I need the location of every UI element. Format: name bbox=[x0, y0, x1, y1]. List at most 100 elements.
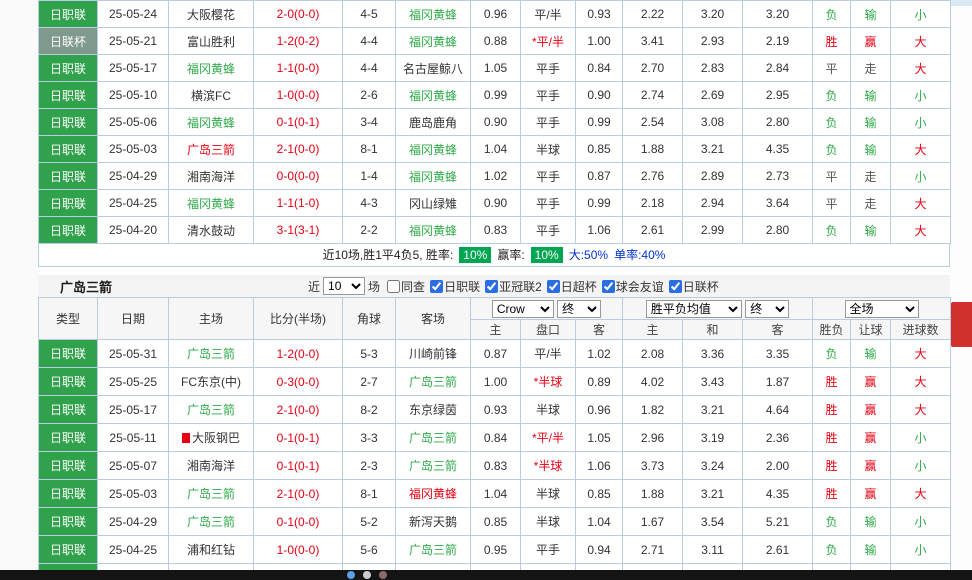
league-type-badge[interactable]: 日职联 bbox=[39, 396, 98, 424]
league-type-badge[interactable]: 日职联 bbox=[39, 136, 98, 163]
goals-result: 大 bbox=[891, 217, 951, 244]
away-team[interactable]: 福冈黄蜂 bbox=[396, 217, 471, 244]
home-team[interactable]: 湘南海洋 bbox=[169, 163, 254, 190]
away-team[interactable]: 东京绿茵 bbox=[396, 396, 471, 424]
home-team[interactable]: 福冈黄蜂 bbox=[169, 55, 254, 82]
away-team[interactable]: 福冈黄蜂 bbox=[396, 1, 471, 28]
home-team[interactable]: 福冈黄蜂 bbox=[169, 109, 254, 136]
home-team[interactable]: 广岛三箭 bbox=[169, 480, 254, 508]
filter-checkbox[interactable] bbox=[430, 280, 443, 293]
home-team[interactable]: 广岛三箭 bbox=[169, 396, 254, 424]
away-team[interactable]: 广岛三箭 bbox=[396, 536, 471, 564]
score[interactable]: 3-1(3-1) bbox=[254, 217, 343, 244]
euro-draw-odds: 3.24 bbox=[683, 452, 743, 480]
euro-avg-select[interactable]: 胜平负均值 bbox=[646, 300, 742, 318]
floating-widget[interactable] bbox=[951, 302, 972, 347]
asian-home-odds: 0.83 bbox=[471, 217, 521, 244]
scope-select[interactable]: 全场 bbox=[845, 300, 919, 318]
league-type-badge[interactable]: 日职联 bbox=[39, 217, 98, 244]
score[interactable]: 0-1(0-0) bbox=[254, 508, 343, 536]
euro-final-select[interactable]: 终 bbox=[745, 300, 789, 318]
league-type-badge[interactable]: 日职联 bbox=[39, 480, 98, 508]
table-row: 日职联25-04-25浦和红钻1-0(0-0)5-6广岛三箭0.95平手0.94… bbox=[39, 536, 951, 564]
home-team[interactable]: 大阪钢巴 bbox=[169, 424, 254, 452]
away-team[interactable]: 福冈黄蜂 bbox=[396, 28, 471, 55]
away-team[interactable]: 福冈黄蜂 bbox=[396, 480, 471, 508]
home-team[interactable]: 福冈黄蜂 bbox=[169, 190, 254, 217]
league-type-badge[interactable]: 日职联 bbox=[39, 340, 98, 368]
score[interactable]: 1-1(0-0) bbox=[254, 55, 343, 82]
filter-checkbox[interactable] bbox=[547, 280, 560, 293]
league-type-badge[interactable]: 日职联 bbox=[39, 368, 98, 396]
score[interactable]: 0-1(0-1) bbox=[254, 424, 343, 452]
home-team[interactable]: 富山胜利 bbox=[169, 28, 254, 55]
away-team[interactable]: 福冈黄蜂 bbox=[396, 136, 471, 163]
away-team[interactable]: 名古屋鲸八 bbox=[396, 55, 471, 82]
home-team[interactable]: 横滨FC bbox=[169, 82, 254, 109]
league-type-badge[interactable]: 日职联 bbox=[39, 1, 98, 28]
taskbar-icon[interactable] bbox=[347, 571, 355, 579]
taskbar-icon[interactable] bbox=[379, 571, 387, 579]
euro-home-odds: 2.70 bbox=[623, 55, 683, 82]
home-team[interactable]: 清水鼓动 bbox=[169, 217, 254, 244]
away-team[interactable]: 川崎前锋 bbox=[396, 340, 471, 368]
league-type-badge[interactable]: 日职联 bbox=[39, 109, 98, 136]
away-team[interactable]: 新泻天鹅 bbox=[396, 508, 471, 536]
scrollbar-top[interactable] bbox=[950, 0, 972, 6]
home-team[interactable]: 湘南海洋 bbox=[169, 452, 254, 480]
away-team[interactable]: 鹿岛鹿角 bbox=[396, 109, 471, 136]
score[interactable]: 2-1(0-0) bbox=[254, 480, 343, 508]
score[interactable]: 2-0(0-0) bbox=[254, 1, 343, 28]
euro-away-odds: 4.64 bbox=[743, 396, 813, 424]
result: 胜 bbox=[813, 424, 851, 452]
home-team[interactable]: 浦和红钻 bbox=[169, 536, 254, 564]
score[interactable]: 0-0(0-0) bbox=[254, 163, 343, 190]
filter-checkbox[interactable] bbox=[669, 280, 682, 293]
filter-checkbox[interactable] bbox=[387, 280, 400, 293]
goals-result: 大 bbox=[891, 368, 951, 396]
score[interactable]: 0-1(0-1) bbox=[254, 109, 343, 136]
away-team[interactable]: 广岛三箭 bbox=[396, 424, 471, 452]
handicap-result: 赢 bbox=[851, 424, 891, 452]
away-team[interactable]: 冈山绿雉 bbox=[396, 190, 471, 217]
asian-final-select[interactable]: 终 bbox=[557, 300, 601, 318]
asian-home-odds: 0.95 bbox=[471, 536, 521, 564]
home-team[interactable]: 广岛三箭 bbox=[169, 340, 254, 368]
score[interactable]: 2-1(0-0) bbox=[254, 136, 343, 163]
away-team[interactable]: 福冈黄蜂 bbox=[396, 163, 471, 190]
league-type-badge[interactable]: 日职联 bbox=[39, 452, 98, 480]
home-team[interactable]: 大阪樱花 bbox=[169, 1, 254, 28]
away-team[interactable]: 福冈黄蜂 bbox=[396, 82, 471, 109]
taskbar bbox=[0, 570, 972, 580]
taskbar-icon[interactable] bbox=[363, 571, 371, 579]
filter-checkbox[interactable] bbox=[485, 280, 498, 293]
league-type-badge[interactable]: 日职联 bbox=[39, 508, 98, 536]
home-team[interactable]: 广岛三箭 bbox=[169, 136, 254, 163]
score[interactable]: 0-1(0-1) bbox=[254, 452, 343, 480]
goals-result: 大 bbox=[891, 190, 951, 217]
bookmaker-select[interactable]: Crow bbox=[492, 300, 554, 318]
score[interactable]: 1-0(0-0) bbox=[254, 536, 343, 564]
away-team[interactable]: 广岛三箭 bbox=[396, 452, 471, 480]
league-type-badge[interactable]: 日职联 bbox=[39, 536, 98, 564]
league-type-badge[interactable]: 日职联 bbox=[39, 190, 98, 217]
league-type-badge[interactable]: 日联杯 bbox=[39, 28, 98, 55]
filter-checkbox[interactable] bbox=[602, 280, 615, 293]
asian-home-odds: 0.85 bbox=[471, 508, 521, 536]
league-type-badge[interactable]: 日职联 bbox=[39, 55, 98, 82]
score[interactable]: 2-1(0-0) bbox=[254, 396, 343, 424]
league-type-badge[interactable]: 日职联 bbox=[39, 82, 98, 109]
league-type-badge[interactable]: 日职联 bbox=[39, 424, 98, 452]
score[interactable]: 1-0(0-0) bbox=[254, 82, 343, 109]
recent-count-select[interactable]: 10 bbox=[323, 277, 365, 295]
home-team[interactable]: 广岛三箭 bbox=[169, 508, 254, 536]
score[interactable]: 1-1(1-0) bbox=[254, 190, 343, 217]
home-team[interactable]: FC东京(中) bbox=[169, 368, 254, 396]
score[interactable]: 0-3(0-0) bbox=[254, 368, 343, 396]
filter-label: 同查 bbox=[401, 278, 425, 295]
score[interactable]: 1-2(0-0) bbox=[254, 340, 343, 368]
corners: 2-3 bbox=[343, 452, 396, 480]
league-type-badge[interactable]: 日职联 bbox=[39, 163, 98, 190]
score[interactable]: 1-2(0-2) bbox=[254, 28, 343, 55]
away-team[interactable]: 广岛三箭 bbox=[396, 368, 471, 396]
